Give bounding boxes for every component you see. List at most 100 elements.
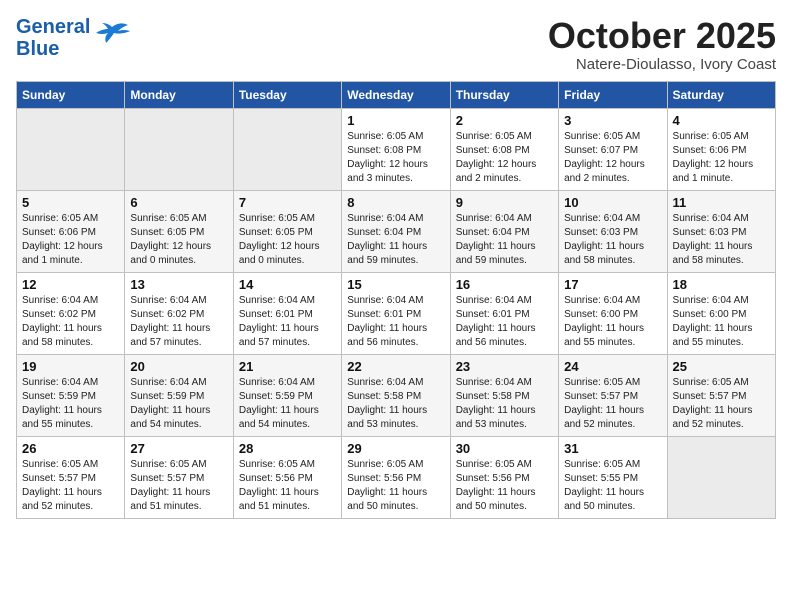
day-info: Sunrise: 6:04 AMSunset: 6:01 PMDaylight:… <box>347 294 444 350</box>
day-info: Sunrise: 6:05 AMSunset: 5:57 PMDaylight:… <box>673 376 770 432</box>
table-row: 28Sunrise: 6:05 AMSunset: 5:56 PMDayligh… <box>233 436 341 518</box>
day-number: 22 <box>347 359 444 374</box>
calendar-table: Sunday Monday Tuesday Wednesday Thursday… <box>16 81 776 519</box>
calendar-week-row: 1 Sunrise: 6:05 AMSunset: 6:08 PMDaylight… <box>17 108 776 190</box>
month-title: October 2025 <box>548 16 776 56</box>
day-info: Sunrise: 6:05 AMSunset: 6:08 PMDaylight:… <box>347 130 444 186</box>
col-thursday: Thursday <box>450 81 558 108</box>
table-row: 9 Sunrise: 6:04 AMSunset: 6:04 PMDaylight… <box>450 190 558 272</box>
day-info: Sunrise: 6:05 AMSunset: 6:05 PMDaylight:… <box>239 212 336 268</box>
day-number: 30 <box>456 441 553 456</box>
day-number: 11 <box>673 195 770 210</box>
day-number: 19 <box>22 359 119 374</box>
day-number: 5 <box>22 195 119 210</box>
table-row: 13 Sunrise: 6:04 AMSunset: 6:02 PMDayligh… <box>125 272 233 354</box>
day-number: 27 <box>130 441 227 456</box>
day-number: 3 <box>564 113 661 128</box>
col-saturday: Saturday <box>667 81 775 108</box>
day-info: Sunrise: 6:04 AMSunset: 5:58 PMDaylight:… <box>347 376 444 432</box>
day-number: 23 <box>456 359 553 374</box>
day-number: 1 <box>347 113 444 128</box>
table-row: 26 Sunrise: 6:05 AMSunset: 5:57 PMDayligh… <box>17 436 125 518</box>
table-row: 23 Sunrise: 6:04 AMSunset: 5:58 PMDayligh… <box>450 354 558 436</box>
table-row: 16 Sunrise: 6:04 AMSunset: 6:01 PMDayligh… <box>450 272 558 354</box>
table-row: 11 Sunrise: 6:04 AMSunset: 6:03 PMDayligh… <box>667 190 775 272</box>
day-number: 21 <box>239 359 336 374</box>
calendar-week-row: 19 Sunrise: 6:04 AMSunset: 5:59 PMDayligh… <box>17 354 776 436</box>
table-row <box>125 108 233 190</box>
day-info: Sunrise: 6:05 AMSunset: 6:06 PMDaylight:… <box>673 130 770 186</box>
calendar-week-row: 5 Sunrise: 6:05 AMSunset: 6:06 PMDaylight… <box>17 190 776 272</box>
table-row: 15 Sunrise: 6:04 AMSunset: 6:01 PMDayligh… <box>342 272 450 354</box>
table-row: 8 Sunrise: 6:04 AMSunset: 6:04 PMDaylight… <box>342 190 450 272</box>
day-info: Sunrise: 6:05 AMSunset: 5:57 PMDaylight:… <box>22 458 119 514</box>
table-row: 25 Sunrise: 6:05 AMSunset: 5:57 PMDayligh… <box>667 354 775 436</box>
day-info: Sunrise: 6:05 AMSunset: 5:57 PMDaylight:… <box>564 376 661 432</box>
calendar-week-row: 26 Sunrise: 6:05 AMSunset: 5:57 PMDayligh… <box>17 436 776 518</box>
logo-bird-icon <box>92 19 130 49</box>
day-info: Sunrise: 6:04 AMSunset: 6:00 PMDaylight:… <box>564 294 661 350</box>
day-number: 2 <box>456 113 553 128</box>
day-number: 28 <box>239 441 336 456</box>
day-number: 9 <box>456 195 553 210</box>
day-info: Sunrise: 6:04 AMSunset: 6:01 PMDaylight:… <box>456 294 553 350</box>
day-info: Sunrise: 6:04 AMSunset: 5:59 PMDaylight:… <box>239 376 336 432</box>
day-number: 16 <box>456 277 553 292</box>
day-info: Sunrise: 6:05 AMSunset: 5:56 PMDaylight:… <box>347 458 444 514</box>
day-info: Sunrise: 6:04 AMSunset: 6:00 PMDaylight:… <box>673 294 770 350</box>
table-row: 10Sunrise: 6:04 AMSunset: 6:03 PMDayligh… <box>559 190 667 272</box>
day-info: Sunrise: 6:04 AMSunset: 6:04 PMDaylight:… <box>456 212 553 268</box>
day-info: Sunrise: 6:04 AMSunset: 6:03 PMDaylight:… <box>673 212 770 268</box>
day-number: 6 <box>130 195 227 210</box>
day-info: Sunrise: 6:04 AMSunset: 5:58 PMDaylight:… <box>456 376 553 432</box>
day-info: Sunrise: 6:05 AMSunset: 5:57 PMDaylight:… <box>130 458 227 514</box>
calendar-week-row: 12 Sunrise: 6:04 AMSunset: 6:02 PMDayligh… <box>17 272 776 354</box>
day-info: Sunrise: 6:04 AMSunset: 6:02 PMDaylight:… <box>22 294 119 350</box>
table-row: 4 Sunrise: 6:05 AMSunset: 6:06 PMDaylight… <box>667 108 775 190</box>
day-info: Sunrise: 6:04 AMSunset: 6:04 PMDaylight:… <box>347 212 444 268</box>
table-row: 2Sunrise: 6:05 AMSunset: 6:08 PMDaylight… <box>450 108 558 190</box>
title-area: October 2025 Natere-Dioulasso, Ivory Coa… <box>548 16 776 73</box>
table-row: 20Sunrise: 6:04 AMSunset: 5:59 PMDayligh… <box>125 354 233 436</box>
day-info: Sunrise: 6:04 AMSunset: 6:01 PMDaylight:… <box>239 294 336 350</box>
table-row: 24 Sunrise: 6:05 AMSunset: 5:57 PMDayligh… <box>559 354 667 436</box>
day-info: Sunrise: 6:04 AMSunset: 6:03 PMDaylight:… <box>564 212 661 268</box>
table-row: 1 Sunrise: 6:05 AMSunset: 6:08 PMDaylight… <box>342 108 450 190</box>
table-row <box>17 108 125 190</box>
col-tuesday: Tuesday <box>233 81 341 108</box>
day-number: 14 <box>239 277 336 292</box>
table-row: 19 Sunrise: 6:04 AMSunset: 5:59 PMDayligh… <box>17 354 125 436</box>
table-row <box>667 436 775 518</box>
day-number: 25 <box>673 359 770 374</box>
day-info: Sunrise: 6:05 AMSunset: 5:55 PMDaylight:… <box>564 458 661 514</box>
day-info: Sunrise: 6:04 AMSunset: 5:59 PMDaylight:… <box>22 376 119 432</box>
calendar-header-row: Sunday Monday Tuesday Wednesday Thursday… <box>17 81 776 108</box>
day-number: 29 <box>347 441 444 456</box>
day-number: 4 <box>673 113 770 128</box>
day-number: 26 <box>22 441 119 456</box>
day-number: 24 <box>564 359 661 374</box>
table-row <box>233 108 341 190</box>
day-number: 20 <box>130 359 227 374</box>
table-row: 5 Sunrise: 6:05 AMSunset: 6:06 PMDaylight… <box>17 190 125 272</box>
day-number: 31 <box>564 441 661 456</box>
day-info: Sunrise: 6:05 AMSunset: 5:56 PMDaylight:… <box>456 458 553 514</box>
day-number: 12 <box>22 277 119 292</box>
day-number: 15 <box>347 277 444 292</box>
table-row: 18 Sunrise: 6:04 AMSunset: 6:00 PMDayligh… <box>667 272 775 354</box>
table-row: 21 Sunrise: 6:04 AMSunset: 5:59 PMDayligh… <box>233 354 341 436</box>
day-number: 8 <box>347 195 444 210</box>
day-info: Sunrise: 6:05 AMSunset: 6:07 PMDaylight:… <box>564 130 661 186</box>
day-number: 7 <box>239 195 336 210</box>
day-info: Sunrise: 6:04 AMSunset: 6:02 PMDaylight:… <box>130 294 227 350</box>
day-info: Sunrise: 6:05 AMSunset: 6:06 PMDaylight:… <box>22 212 119 268</box>
table-row: 30 Sunrise: 6:05 AMSunset: 5:56 PMDayligh… <box>450 436 558 518</box>
table-row: 6Sunrise: 6:05 AMSunset: 6:05 PMDaylight… <box>125 190 233 272</box>
page-header: GeneralBlue October 2025 Natere-Dioulass… <box>16 16 776 73</box>
table-row: 14 Sunrise: 6:04 AMSunset: 6:01 PMDayligh… <box>233 272 341 354</box>
day-number: 13 <box>130 277 227 292</box>
logo: GeneralBlue <box>16 16 130 60</box>
table-row: 29 Sunrise: 6:05 AMSunset: 5:56 PMDayligh… <box>342 436 450 518</box>
day-number: 18 <box>673 277 770 292</box>
table-row: 31 Sunrise: 6:05 AMSunset: 5:55 PMDayligh… <box>559 436 667 518</box>
